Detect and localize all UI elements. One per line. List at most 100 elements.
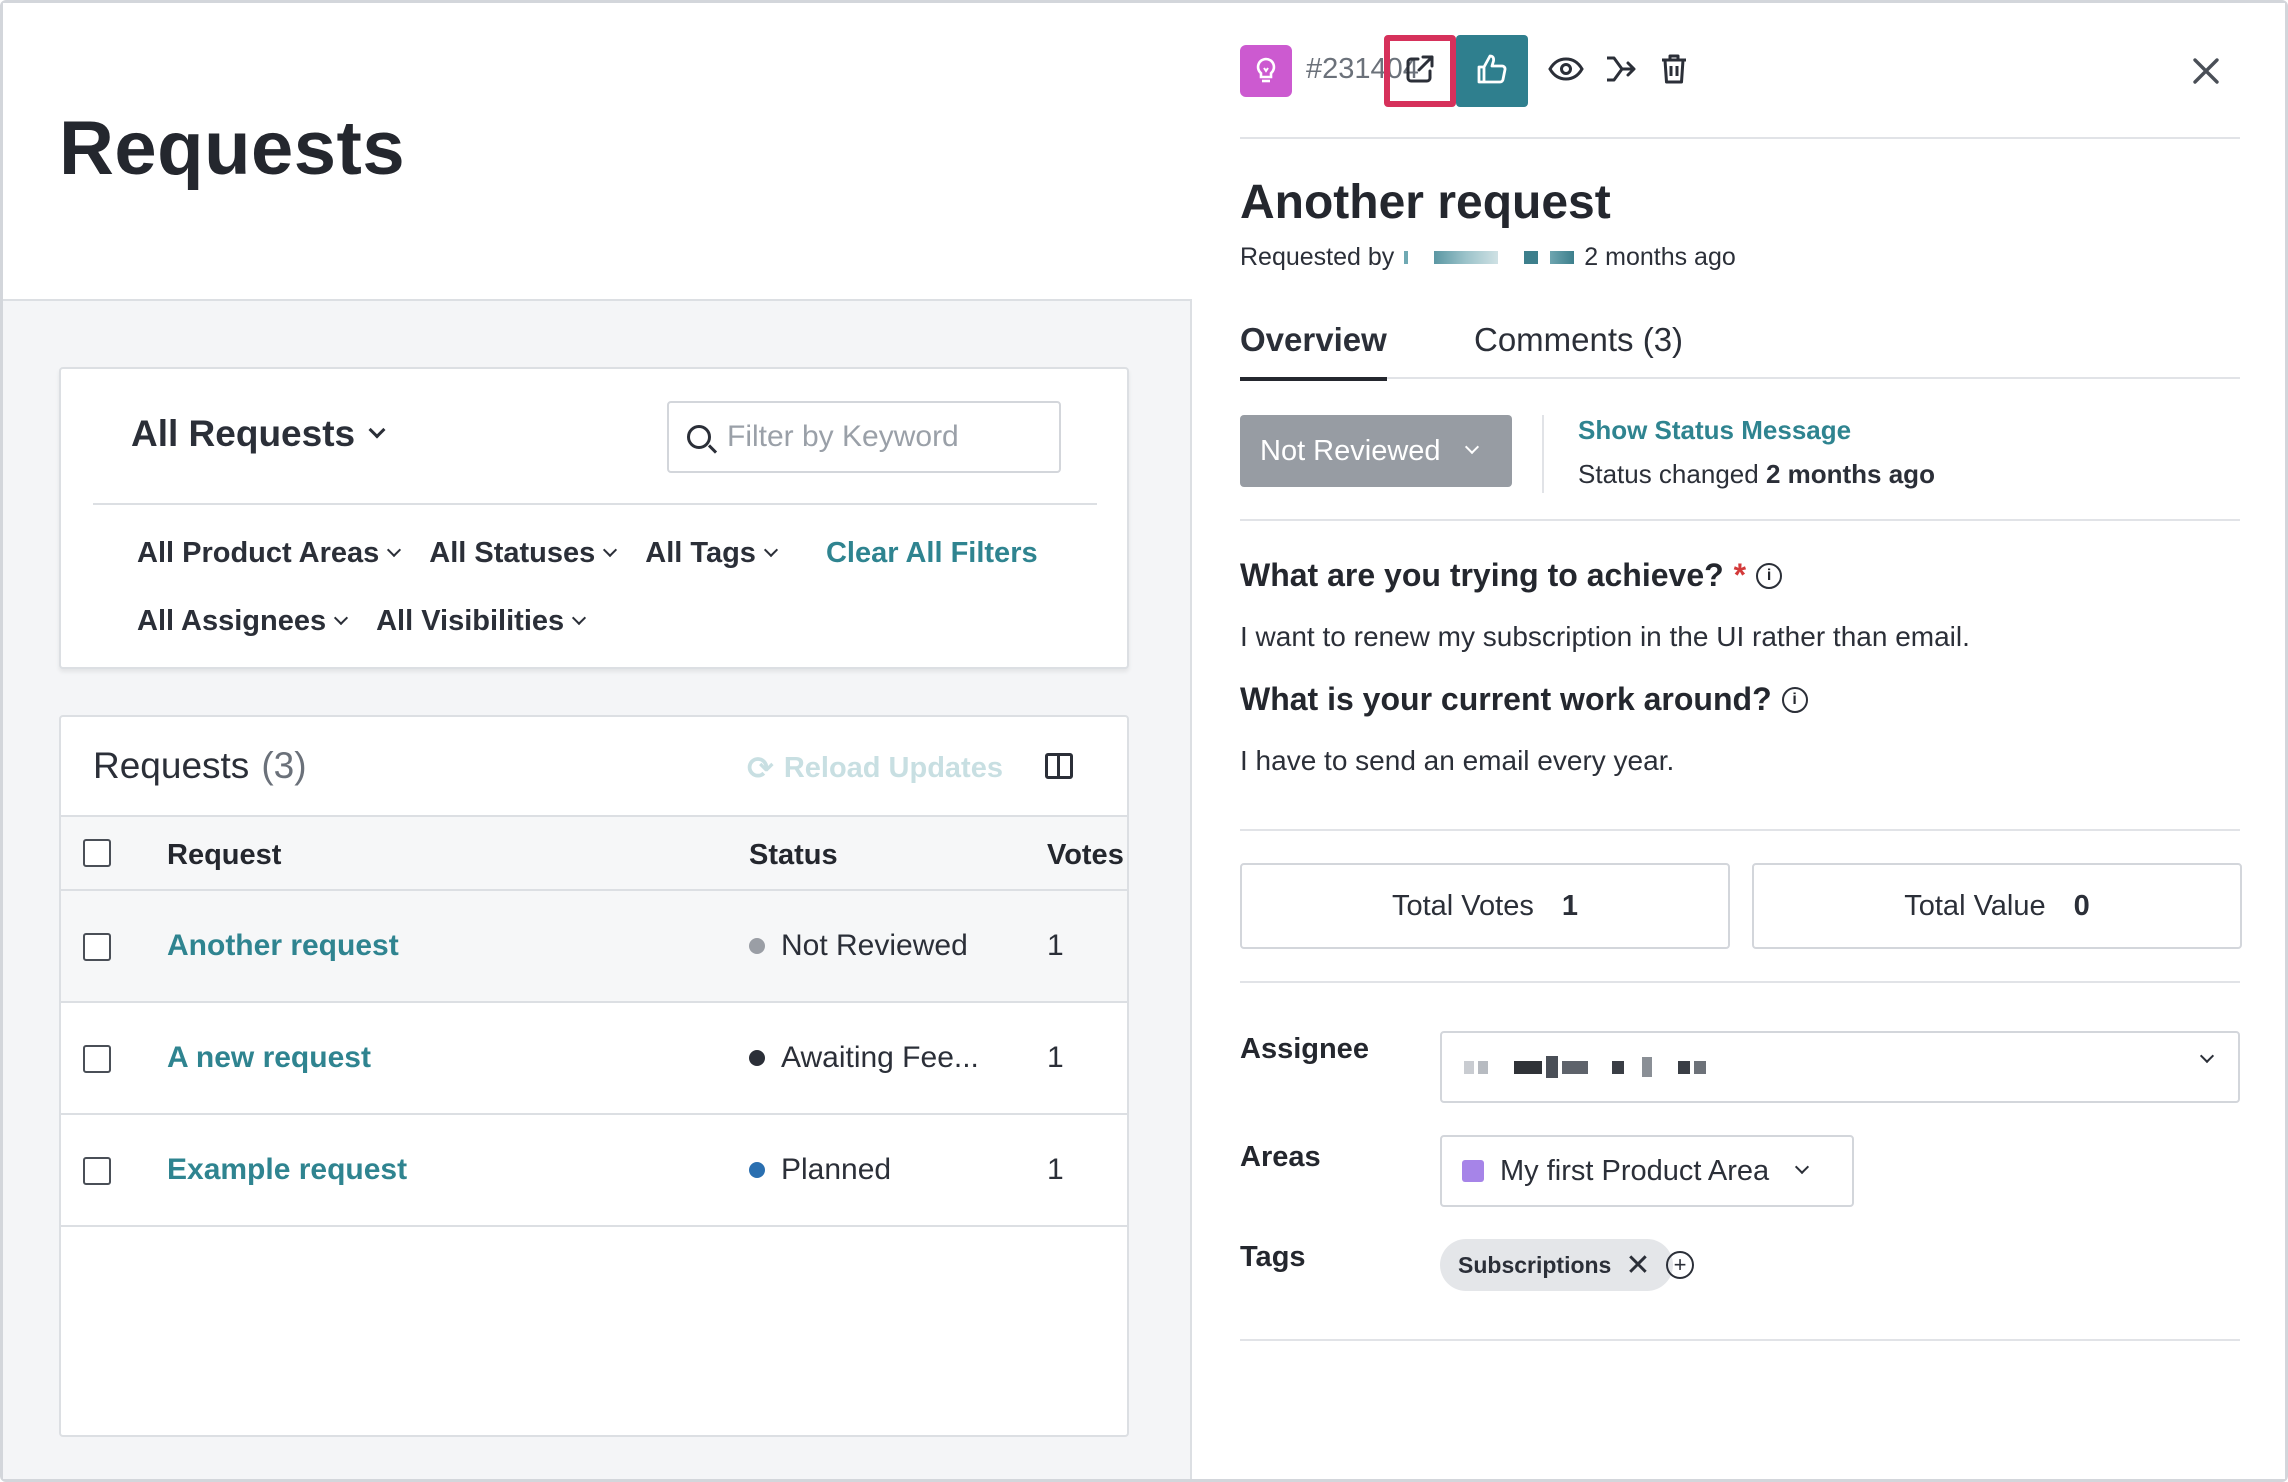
filter-product-areas[interactable]: All Product Areas xyxy=(137,537,402,570)
votes-cell: 1 xyxy=(1047,929,1064,962)
filter-assignees[interactable]: All Assignees xyxy=(137,605,349,638)
status-changed-text: Status changed 2 months ago xyxy=(1578,459,1935,490)
area-value: My first Product Area xyxy=(1500,1154,1770,1187)
redacted-assignee-name xyxy=(1464,1056,1706,1078)
table-row[interactable]: Another request Not Reviewed 1 xyxy=(61,891,1127,1003)
total-votes-label: Total Votes xyxy=(1391,889,1534,922)
requested-by-line: Requested by 2 months ago xyxy=(1240,243,1736,272)
areas-label: Areas xyxy=(1240,1141,1321,1173)
tags-label: Tags xyxy=(1240,1241,1306,1273)
chevron-down-icon xyxy=(1464,439,1479,455)
delete-button[interactable] xyxy=(1638,35,1710,107)
idea-bulb-icon xyxy=(1240,45,1292,97)
total-votes-value: 1 xyxy=(1561,889,1578,922)
filter-divider xyxy=(93,503,1097,505)
status-dot xyxy=(749,1162,765,1178)
chevron-down-icon xyxy=(1795,1159,1810,1175)
row-checkbox[interactable] xyxy=(83,1045,111,1073)
row-checkbox[interactable] xyxy=(83,1157,111,1185)
close-icon[interactable] xyxy=(2180,45,2232,97)
status-cell: Planned xyxy=(749,1153,891,1187)
filter-row: All Product Areas All Statuses All Tags … xyxy=(137,537,1038,570)
column-header-request[interactable]: Request xyxy=(167,839,281,872)
tag-label: Subscriptions xyxy=(1458,1251,1612,1278)
plus-circle-icon[interactable]: + xyxy=(1666,1251,1694,1279)
reload-updates-button[interactable]: ⟳ Reload Updates xyxy=(747,749,1003,787)
column-header-votes[interactable]: Votes xyxy=(1047,839,1124,872)
table-header-bar: Requests (3) ⟳ Reload Updates xyxy=(61,717,1127,815)
close-icon[interactable]: ✕ xyxy=(1625,1248,1650,1283)
total-value-value: 0 xyxy=(2073,889,2090,922)
chevron-down-icon xyxy=(2199,1048,2215,1064)
page-header: Requests xyxy=(3,3,1192,301)
filter-statuses[interactable]: All Statuses xyxy=(429,537,618,570)
merge-icon xyxy=(1603,52,1637,91)
table-row[interactable]: A new request Awaiting Fee... 1 xyxy=(61,1003,1127,1115)
request-count: (3) xyxy=(261,745,307,786)
requests-table-card: Requests (3) ⟳ Reload Updates Request Sta… xyxy=(59,715,1129,1437)
filter-card: All Requests All Product Areas All Statu… xyxy=(59,367,1129,669)
status-dot xyxy=(749,938,765,954)
requested-by-label: Requested by xyxy=(1240,243,1395,271)
filter-label: All Visibilities xyxy=(376,605,565,637)
question-text: What are you trying to achieve? xyxy=(1240,557,1724,593)
status-dot xyxy=(749,1050,765,1066)
assignee-label: Assignee xyxy=(1240,1033,1369,1065)
info-icon[interactable]: i xyxy=(1756,562,1783,589)
trash-icon xyxy=(1659,52,1689,91)
status-changed-time: 2 months ago xyxy=(1765,459,1935,489)
status-dropdown[interactable]: Not Reviewed xyxy=(1240,415,1512,487)
table-title-text: Requests xyxy=(93,745,250,786)
question-label: What is your current work around? i xyxy=(1240,681,1808,718)
request-link[interactable]: Another request xyxy=(167,929,399,963)
tab-comments[interactable]: Comments (3) xyxy=(1474,321,1683,377)
filter-visibilities[interactable]: All Visibilities xyxy=(376,605,587,638)
assignee-dropdown[interactable] xyxy=(1440,1031,2240,1103)
tab-overview[interactable]: Overview xyxy=(1240,321,1387,381)
filter-tags[interactable]: All Tags xyxy=(645,537,779,570)
header-divider xyxy=(1240,137,2240,139)
table-row[interactable]: Example request Planned 1 xyxy=(61,1115,1127,1227)
request-detail-pane: #231404 Another request Requested by 2 m… xyxy=(1194,3,2285,1479)
areas-dropdown[interactable]: My first Product Area xyxy=(1440,1135,1854,1207)
status-text: Not Reviewed xyxy=(781,929,968,962)
requests-list-pane: Requests All Requests All Product Areas … xyxy=(3,3,1192,1479)
request-link[interactable]: A new request xyxy=(167,1041,371,1075)
clear-all-filters-link[interactable]: Clear All Filters xyxy=(826,537,1038,570)
section-divider xyxy=(1240,981,2240,983)
columns-icon[interactable] xyxy=(1045,753,1073,779)
detail-toolbar: #231404 xyxy=(1240,25,2240,115)
filter-row: All Assignees All Visibilities xyxy=(137,605,587,638)
open-external-button[interactable] xyxy=(1384,35,1456,107)
filter-label: All Tags xyxy=(645,537,756,569)
keyword-filter-field[interactable] xyxy=(667,401,1061,473)
total-value-label: Total Value xyxy=(1904,889,2046,922)
row-checkbox[interactable] xyxy=(83,933,111,961)
eye-icon xyxy=(1548,56,1584,86)
status-separator xyxy=(1542,415,1544,493)
total-votes-box: Total Votes 1 xyxy=(1240,863,1730,949)
chevron-down-icon xyxy=(572,610,587,625)
redacted-requester-name xyxy=(1404,251,1575,264)
tag-chip: Subscriptions ✕ xyxy=(1440,1239,1673,1291)
info-icon[interactable]: i xyxy=(1781,686,1808,713)
keyword-filter-input[interactable] xyxy=(727,420,1047,454)
votes-cell: 1 xyxy=(1047,1041,1064,1074)
filter-label: All Assignees xyxy=(137,605,327,637)
column-header-status[interactable]: Status xyxy=(749,839,838,872)
question-answer: I have to send an email every year. xyxy=(1240,745,1675,776)
table-column-header: Request Status Votes xyxy=(61,815,1127,891)
section-divider xyxy=(1240,1339,2240,1341)
status-text: Awaiting Fee... xyxy=(781,1041,979,1074)
select-all-checkbox[interactable] xyxy=(83,839,111,867)
view-selector[interactable]: All Requests xyxy=(131,413,386,455)
thumbs-up-icon xyxy=(1474,51,1510,92)
table-title: Requests (3) xyxy=(93,745,307,787)
votes-cell: 1 xyxy=(1047,1153,1064,1186)
filter-label: All Statuses xyxy=(429,537,596,569)
area-color-swatch xyxy=(1462,1160,1484,1182)
reload-icon: ⟳ xyxy=(747,750,774,786)
request-link[interactable]: Example request xyxy=(167,1153,407,1187)
show-status-message-link[interactable]: Show Status Message xyxy=(1578,415,1851,446)
vote-button[interactable] xyxy=(1456,35,1528,107)
